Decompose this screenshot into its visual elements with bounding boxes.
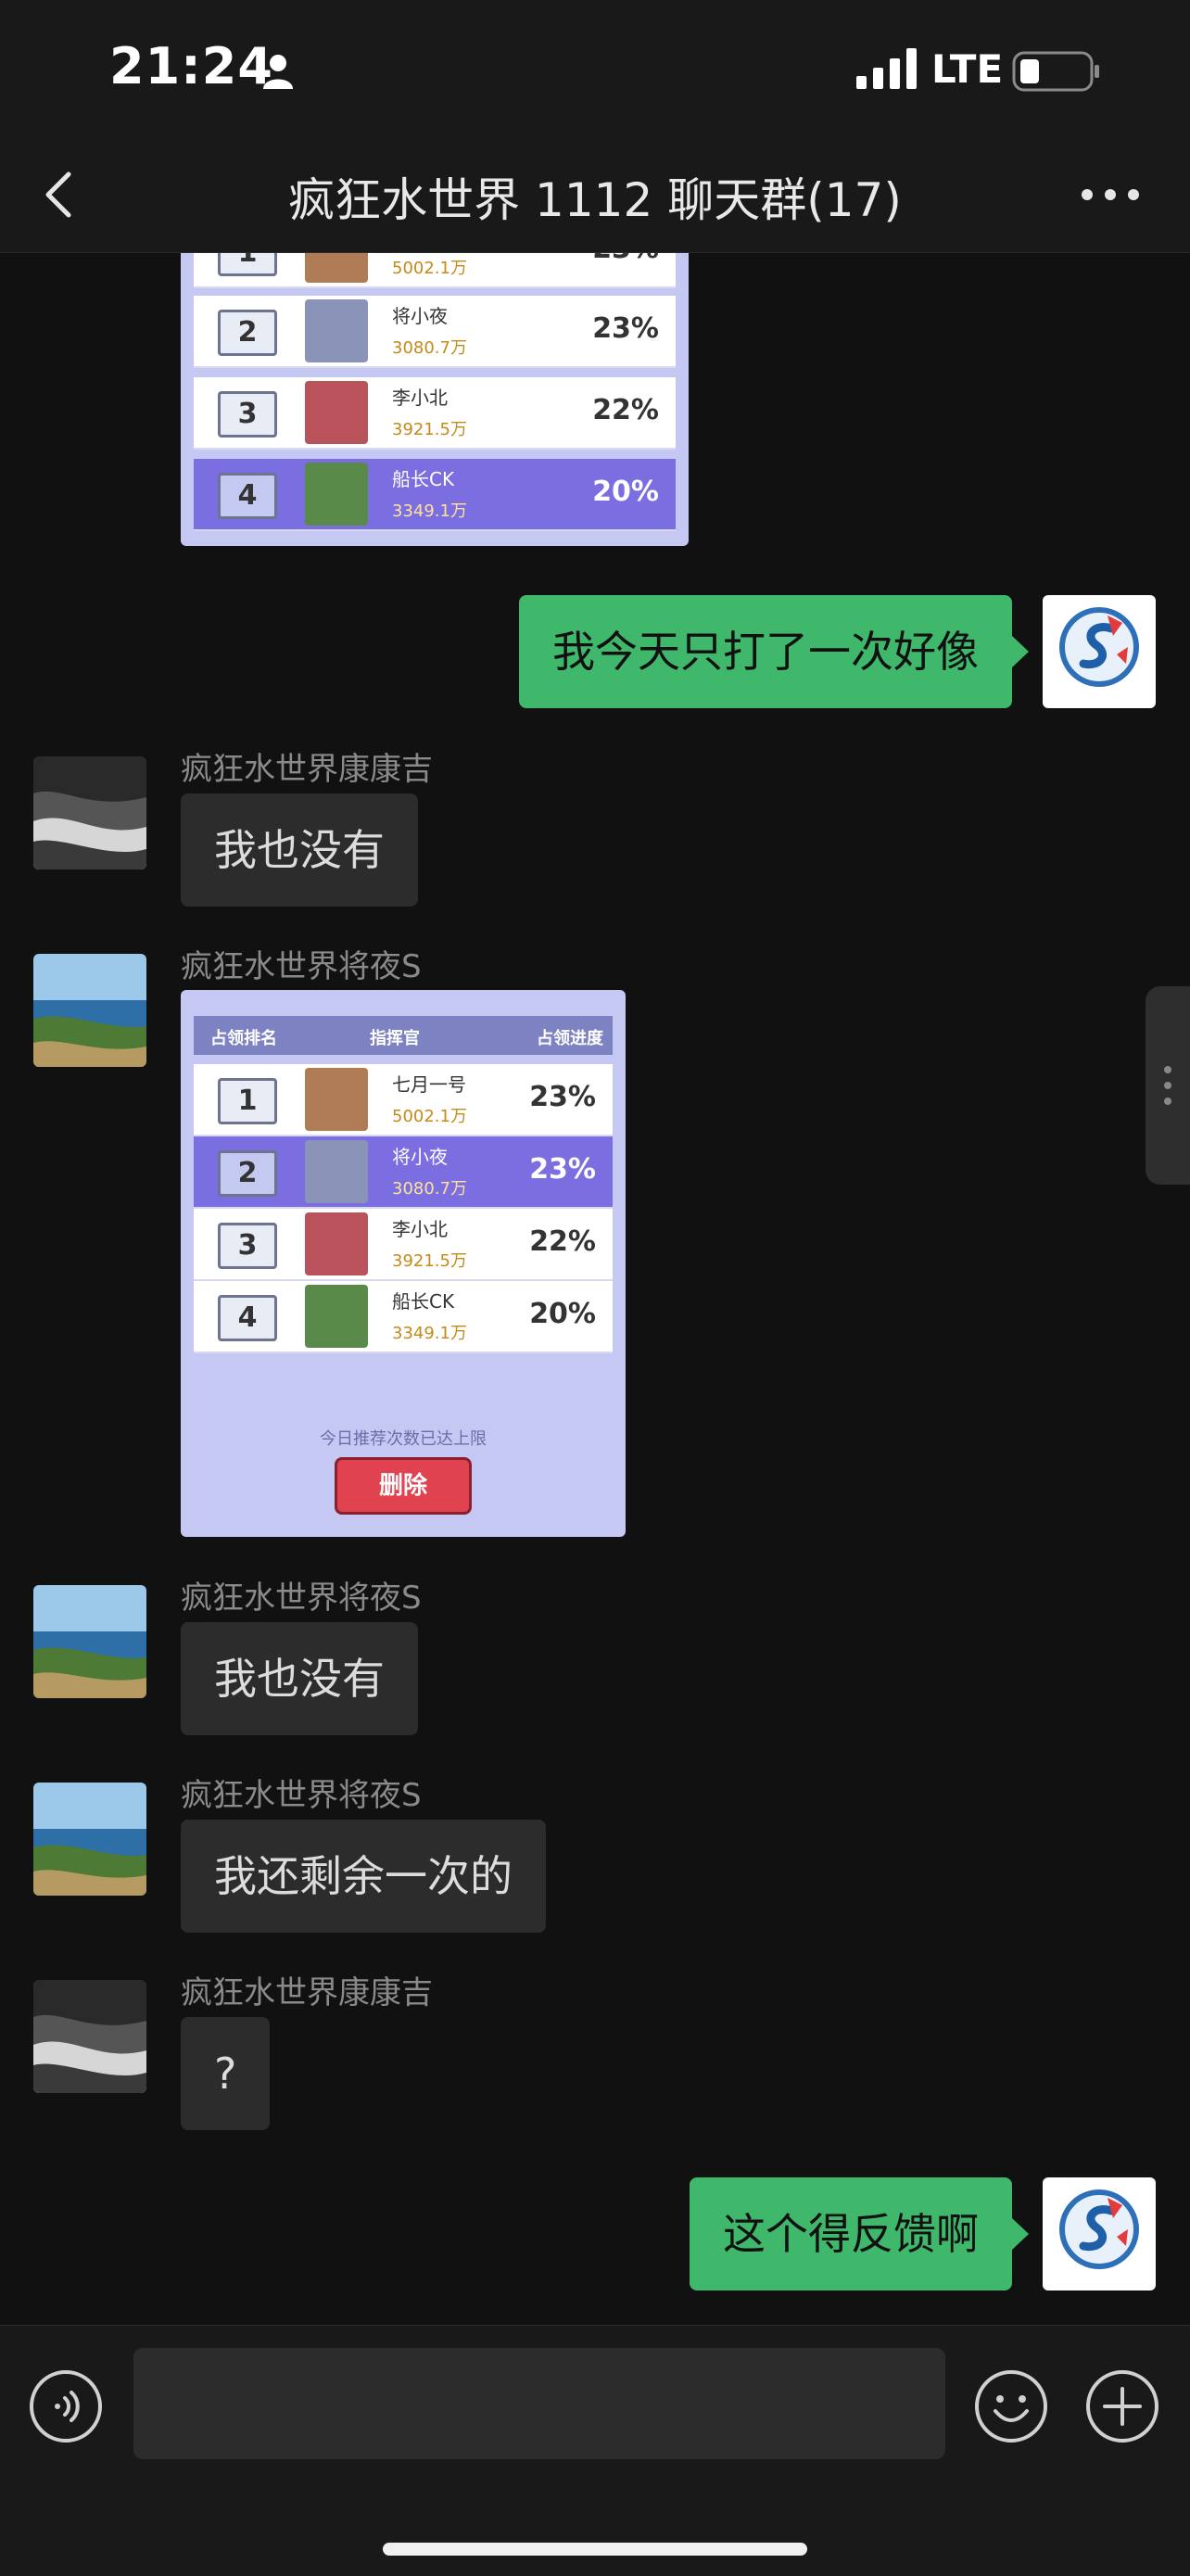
my-avatar[interactable]	[1043, 2177, 1156, 2290]
battery-icon	[1012, 51, 1099, 92]
my-avatar[interactable]	[1043, 595, 1156, 708]
header-commander: 指挥官	[370, 1029, 420, 1048]
power-value: 3349.1万	[392, 1324, 467, 1343]
header-progress: 占领进度	[537, 1029, 603, 1048]
rank-number: 3	[218, 1223, 277, 1269]
power-value: 3921.5万	[392, 1251, 467, 1271]
limit-notice: 今日推荐次数已达上限	[320, 1429, 487, 1449]
incoming-message-bubble[interactable]: 我还剩余一次的	[181, 1820, 546, 1933]
sender-name: 疯狂水世界康康吉	[181, 751, 433, 788]
power-value: 5002.1万	[392, 1107, 467, 1126]
commander-portrait	[305, 253, 368, 283]
sender-avatar[interactable]	[33, 1980, 146, 2093]
more-icon[interactable]	[1080, 178, 1141, 211]
ellipsis-handle-icon[interactable]	[1146, 986, 1190, 1185]
progress-percent: 22%	[592, 394, 659, 426]
rank-number: 2	[218, 1150, 277, 1197]
incoming-message-bubble[interactable]: 我也没有	[181, 793, 418, 907]
seaside-avatar	[33, 1783, 146, 1896]
rank-number: 4	[218, 1295, 277, 1341]
input-bar	[0, 2325, 1190, 2576]
message-list[interactable]: 1 5002.1万 23% 2 将小夜 3080.7万 23% 3 李小北 39…	[0, 253, 1190, 2324]
ranking-row: 2 将小夜 3080.7万 23%	[194, 296, 676, 368]
power-value: 3080.7万	[392, 338, 467, 358]
sender-name: 疯狂水世界将夜S	[181, 1580, 422, 1617]
plus-icon[interactable]	[1084, 2368, 1160, 2444]
progress-percent: 23%	[592, 253, 659, 265]
rank-number: 2	[218, 310, 277, 356]
commander-name: 船长CK	[392, 468, 455, 490]
outgoing-message-bubble[interactable]: 我今天只打了一次好像	[519, 595, 1029, 708]
person-icon	[263, 55, 293, 89]
home-indicator[interactable]	[383, 2543, 807, 2556]
ranking-row: 4 船长CK 3349.1万 20%	[194, 1281, 613, 1353]
ranking-row: 3 李小北 3921.5万 22%	[194, 377, 676, 450]
commander-name: 李小北	[392, 1218, 448, 1240]
rank-number: 1	[218, 253, 277, 276]
chat-header: 疯狂水世界 1112 聊天群(17)	[0, 139, 1190, 253]
rank-number: 1	[218, 1078, 277, 1124]
sender-avatar[interactable]	[33, 756, 146, 869]
rocky-shore-avatar	[33, 756, 146, 869]
commander-portrait	[305, 1068, 368, 1131]
incoming-message-bubble[interactable]: 我也没有	[181, 1622, 418, 1735]
incoming-message-bubble[interactable]: ?	[181, 2017, 271, 2130]
progress-percent: 20%	[592, 476, 659, 508]
rank-number: 4	[218, 473, 277, 519]
power-value: 5002.1万	[392, 259, 467, 278]
voice-icon[interactable]	[28, 2368, 104, 2444]
signal-icon	[856, 48, 917, 89]
status-bar: 21:24 LTE	[0, 0, 1190, 139]
ranking-row: 3 李小北 3921.5万 22%	[194, 1209, 613, 1281]
commander-portrait	[305, 381, 368, 444]
chat-title: 疯狂水世界 1112 聊天群(17)	[288, 173, 902, 227]
emoji-icon[interactable]	[973, 2368, 1049, 2444]
power-value: 3921.5万	[392, 420, 467, 439]
ranking-row-highlighted: 2 将小夜 3080.7万 23%	[194, 1136, 613, 1209]
progress-percent: 23%	[529, 1153, 596, 1186]
progress-percent: 23%	[529, 1081, 596, 1113]
seaside-avatar	[33, 954, 146, 1067]
progress-percent: 22%	[529, 1225, 596, 1258]
image-message[interactable]: 1 5002.1万 23% 2 将小夜 3080.7万 23% 3 李小北 39…	[181, 253, 689, 546]
image-message[interactable]: 占领排名 指挥官 占领进度 1 七月一号 5002.1万 23% 2 将小夜 3…	[181, 990, 626, 1537]
status-time: 21:24	[109, 37, 273, 95]
commander-portrait	[305, 1140, 368, 1203]
logo-icon	[1059, 607, 1139, 687]
power-value: 3349.1万	[392, 501, 467, 521]
seaside-avatar	[33, 1585, 146, 1698]
outgoing-message-bubble[interactable]: 这个得反馈啊	[690, 2177, 1029, 2290]
commander-name: 船长CK	[392, 1290, 455, 1313]
ranking-row: 1 七月一号 5002.1万 23%	[194, 1064, 613, 1136]
commander-name: 将小夜	[392, 305, 448, 327]
logo-icon	[1059, 2189, 1139, 2269]
rank-number: 3	[218, 391, 277, 438]
ranking-row-highlighted: 4 船长CK 3349.1万 20%	[194, 459, 676, 531]
commander-name: 将小夜	[392, 1146, 448, 1168]
power-value: 3080.7万	[392, 1179, 467, 1199]
sender-avatar[interactable]	[33, 1585, 146, 1698]
network-type: LTE	[931, 46, 1004, 92]
commander-portrait	[305, 1285, 368, 1348]
commander-portrait	[305, 1212, 368, 1275]
sender-name: 疯狂水世界将夜S	[181, 948, 422, 985]
progress-percent: 20%	[529, 1298, 596, 1330]
commander-portrait	[305, 299, 368, 362]
commander-name: 李小北	[392, 387, 448, 409]
sender-name: 疯狂水世界康康吉	[181, 1974, 433, 2011]
back-icon[interactable]	[37, 167, 82, 222]
progress-percent: 23%	[592, 312, 659, 345]
header-rank: 占领排名	[210, 1029, 277, 1048]
ranking-row: 1 5002.1万 23%	[194, 253, 676, 288]
rocky-shore-avatar	[33, 1980, 146, 2093]
sender-avatar[interactable]	[33, 954, 146, 1067]
delete-button: 删除	[335, 1457, 472, 1515]
ranking-header: 占领排名 指挥官 占领进度	[194, 1016, 613, 1055]
message-input[interactable]	[133, 2348, 945, 2459]
commander-portrait	[305, 463, 368, 526]
commander-name: 七月一号	[392, 1073, 466, 1096]
sender-avatar[interactable]	[33, 1783, 146, 1896]
sender-name: 疯狂水世界将夜S	[181, 1777, 422, 1814]
